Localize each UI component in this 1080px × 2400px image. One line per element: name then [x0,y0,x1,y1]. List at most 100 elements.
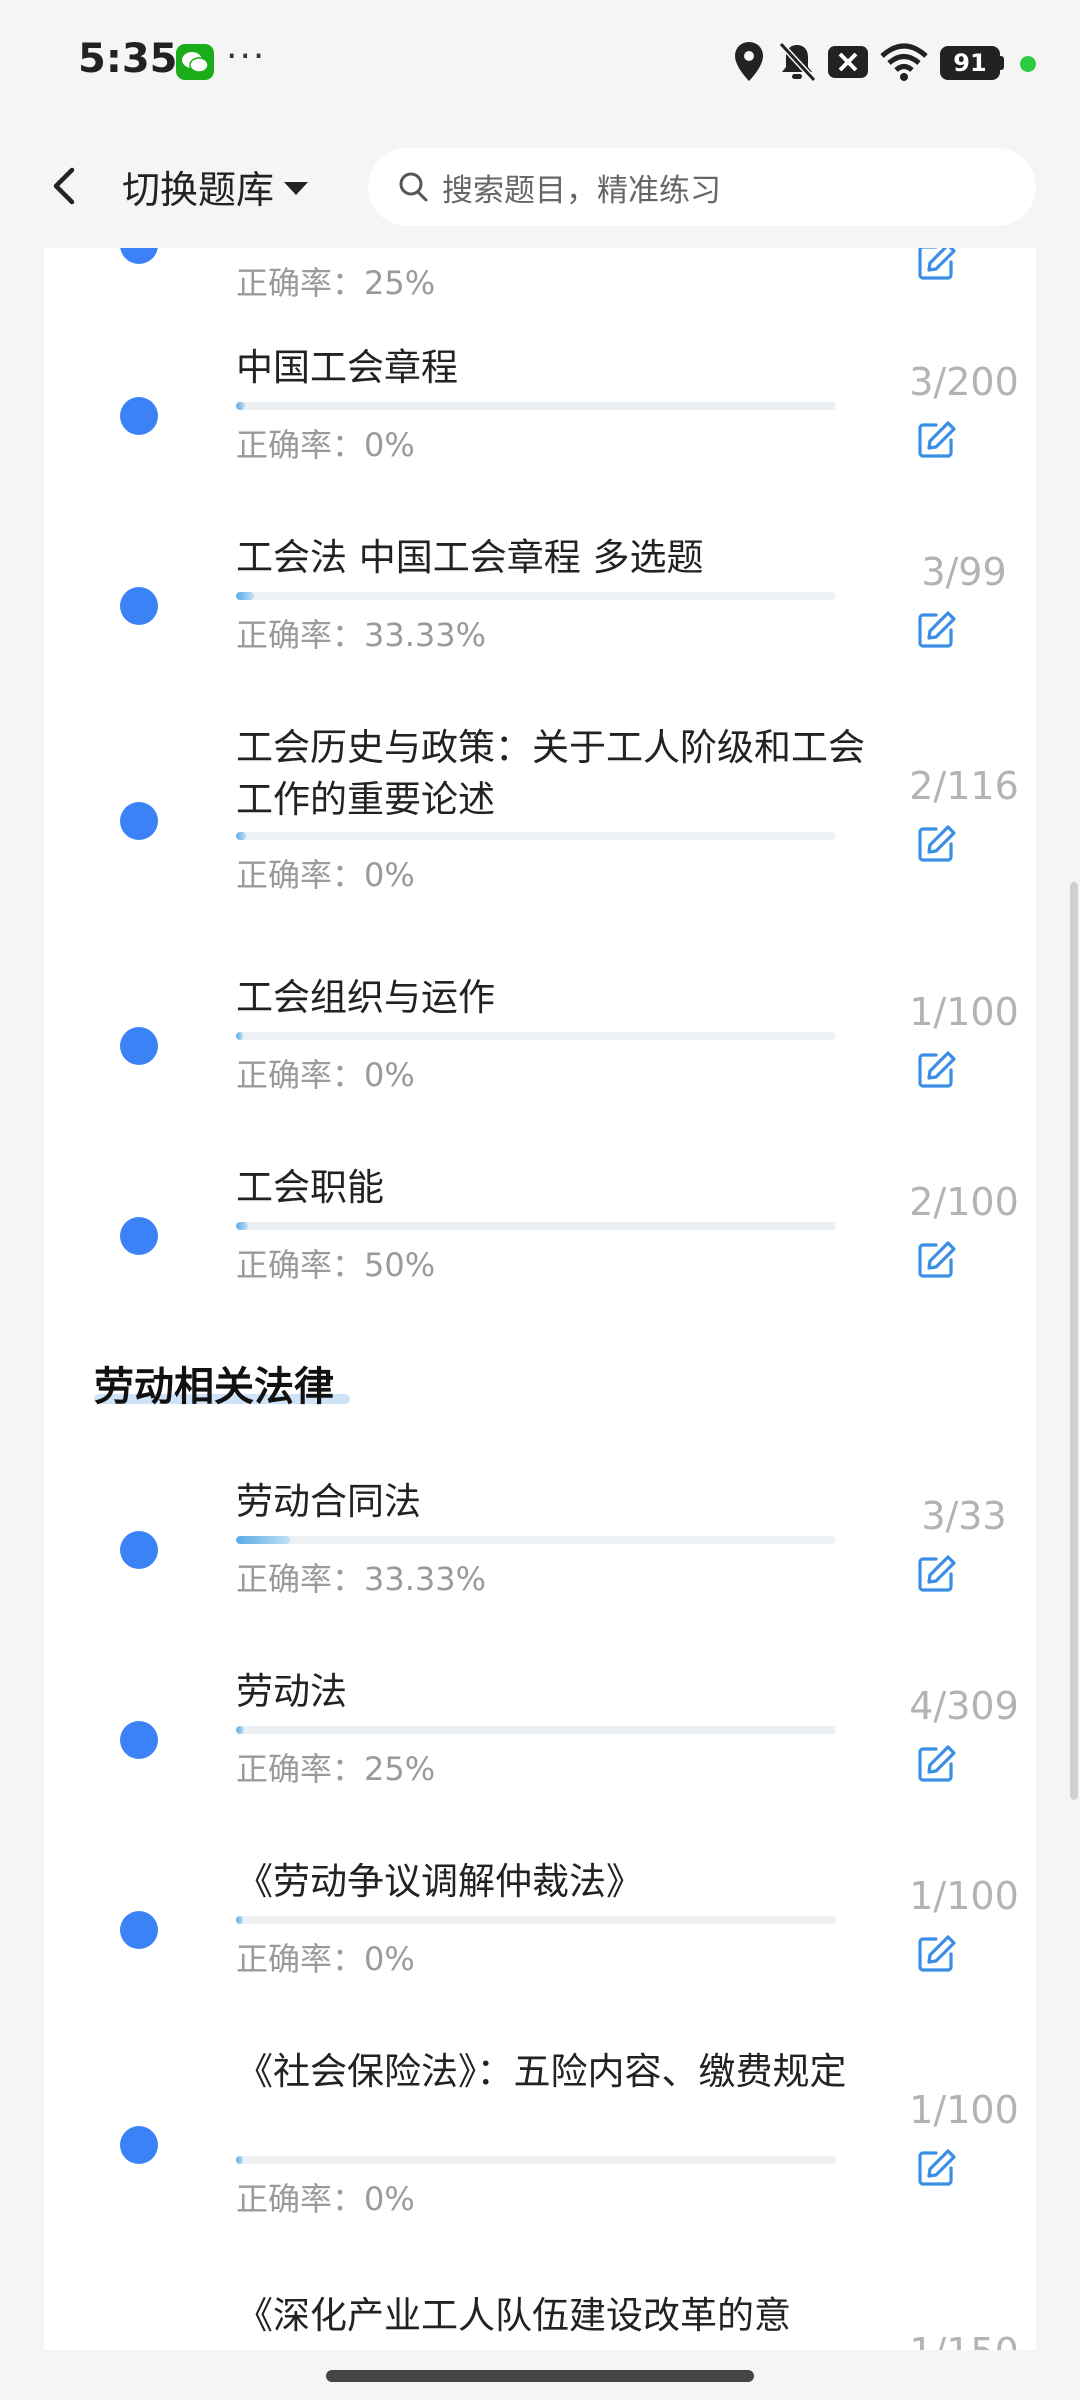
item-title: 中国工会章程 [236,346,458,389]
progress-bar [236,1032,836,1040]
wechat-icon [176,44,214,80]
progress-count: 3/200 [909,360,1019,404]
chapter-dot [120,587,158,625]
switch-bank-dropdown[interactable]: 切换题库 [122,156,309,216]
location-icon [735,42,763,81]
progress-fill [236,832,247,840]
progress-count: 1/100 [909,2088,1019,2132]
chapter-dot [120,1721,158,1759]
accuracy-text: 正确率：25% [236,264,436,302]
progress-fill [236,1536,290,1544]
list-item[interactable]: 劳动合同法 正确率：33.33% 3/33 [44,1476,1036,1656]
battery-tip [1000,56,1004,70]
edit-icon[interactable] [914,1048,958,1092]
chapter-dot [120,1531,158,1569]
progress-fill [236,1032,244,1040]
accuracy-text: 正确率：33.33% [236,1560,487,1598]
question-bank-list: 正确率：25% 中国工会章程 正确率：0% 3/200 工会法 中国工会章程 多… [44,248,1036,2350]
edit-icon[interactable] [914,248,958,284]
caret-down-icon [284,181,309,195]
search-input[interactable]: 搜索题目，精准练习 [368,148,1036,226]
edit-icon[interactable] [914,1552,958,1596]
progress-fill [236,1222,248,1230]
list-item[interactable]: 《社会保险法》：五险内容、缴费规定 正确率：0% 1/100 [44,2046,1036,2266]
progress-count: 3/33 [921,1494,1007,1538]
list-item[interactable]: 工会职能 正确率：50% 2/100 [44,1162,1036,1342]
progress-fill [236,2156,244,2164]
list-item[interactable]: 工会历史与政策：关于工人阶级和工会工作的重要论述 正确率：0% 2/116 [44,722,1036,942]
chapter-dot [120,397,158,435]
list-item[interactable]: 正确率：25% [44,248,1036,314]
edit-icon[interactable] [914,2146,958,2190]
privacy-indicator [1020,56,1036,72]
chapter-dot [120,1217,158,1255]
item-title: 劳动法 [236,1670,347,1713]
chapter-dot [120,1027,158,1065]
list-item[interactable]: 中国工会章程 正确率：0% 3/200 [44,342,1036,522]
chapter-dot [120,2126,158,2164]
accuracy-text: 正确率：0% [236,426,415,464]
close-box-icon [828,46,868,78]
progress-bar [236,832,836,840]
accuracy-text: 正确率：50% [236,1246,436,1284]
chapter-dot [120,1911,158,1949]
item-title: 《社会保险法》：五险内容、缴费规定 [236,2050,847,2093]
progress-count: 4/309 [909,1684,1019,1728]
search-icon [399,172,428,202]
list-item[interactable]: 《深化产业工人队伍建设改革的意 1/150 [44,2290,1036,2350]
switch-bank-label: 切换题库 [122,167,275,212]
item-title: 工会历史与政策：关于工人阶级和工会工作的重要论述 [236,726,865,821]
battery-icon: 91 [940,46,1000,80]
status-bar: 5:35 ··· 91 [0,0,1080,126]
item-title: 工会职能 [236,1166,384,1209]
more-notifications: ··· [226,36,267,77]
progress-bar [236,1726,836,1734]
item-title: 工会法 中国工会章程 多选题 [236,536,704,579]
progress-bar [236,2156,836,2164]
item-title: 《深化产业工人队伍建设改革的意 [236,2294,791,2337]
progress-count: 1/150 [864,2330,1036,2350]
item-title: 劳动合同法 [236,1480,421,1523]
progress-count: 2/116 [909,764,1019,808]
progress-bar [236,1916,836,1924]
progress-fill [236,402,245,410]
edit-icon[interactable] [914,1742,958,1786]
edit-icon[interactable] [914,1238,958,1282]
chapter-dot [120,802,158,840]
list-item[interactable]: 《劳动争议调解仲裁法》 正确率：0% 1/100 [44,1856,1036,2036]
edit-icon[interactable] [914,608,958,652]
accuracy-text: 正确率：0% [236,1056,415,1094]
accuracy-text: 正确率：0% [236,856,415,894]
home-indicator[interactable] [326,2370,754,2382]
item-title: 《劳动争议调解仲裁法》 [236,1860,643,1903]
status-time: 5:35 [78,36,178,82]
section-title: 劳动相关法律 [94,1364,334,1410]
edit-icon[interactable] [914,418,958,462]
edit-icon[interactable] [914,822,958,866]
accuracy-text: 正确率：0% [236,1940,415,1978]
progress-fill [236,1726,244,1734]
progress-count: 2/100 [909,1180,1019,1224]
progress-bar [236,592,836,600]
back-button[interactable] [40,158,90,214]
list-item[interactable]: 工会组织与运作 正确率：0% 1/100 [44,972,1036,1152]
progress-bar [236,1222,836,1230]
progress-count: 1/100 [909,1874,1019,1918]
chapter-dot [120,248,158,264]
item-title: 工会组织与运作 [236,976,495,1019]
accuracy-text: 正确率：33.33% [236,616,487,654]
list-item[interactable]: 工会法 中国工会章程 多选题 正确率：33.33% 3/99 [44,532,1036,712]
progress-bar [236,1536,836,1544]
edit-icon[interactable] [914,1932,958,1976]
wifi-icon [880,43,928,81]
progress-count: 1/100 [909,990,1019,1034]
progress-fill [236,592,254,600]
accuracy-text: 正确率：0% [236,2180,415,2218]
scrollbar[interactable] [1070,882,1078,1800]
list-item[interactable]: 劳动法 正确率：25% 4/309 [44,1666,1036,1846]
progress-bar [236,402,836,410]
accuracy-text: 正确率：25% [236,1750,436,1788]
progress-fill [236,1916,244,1924]
progress-count: 3/99 [921,550,1007,594]
silent-bell-icon [778,41,817,83]
